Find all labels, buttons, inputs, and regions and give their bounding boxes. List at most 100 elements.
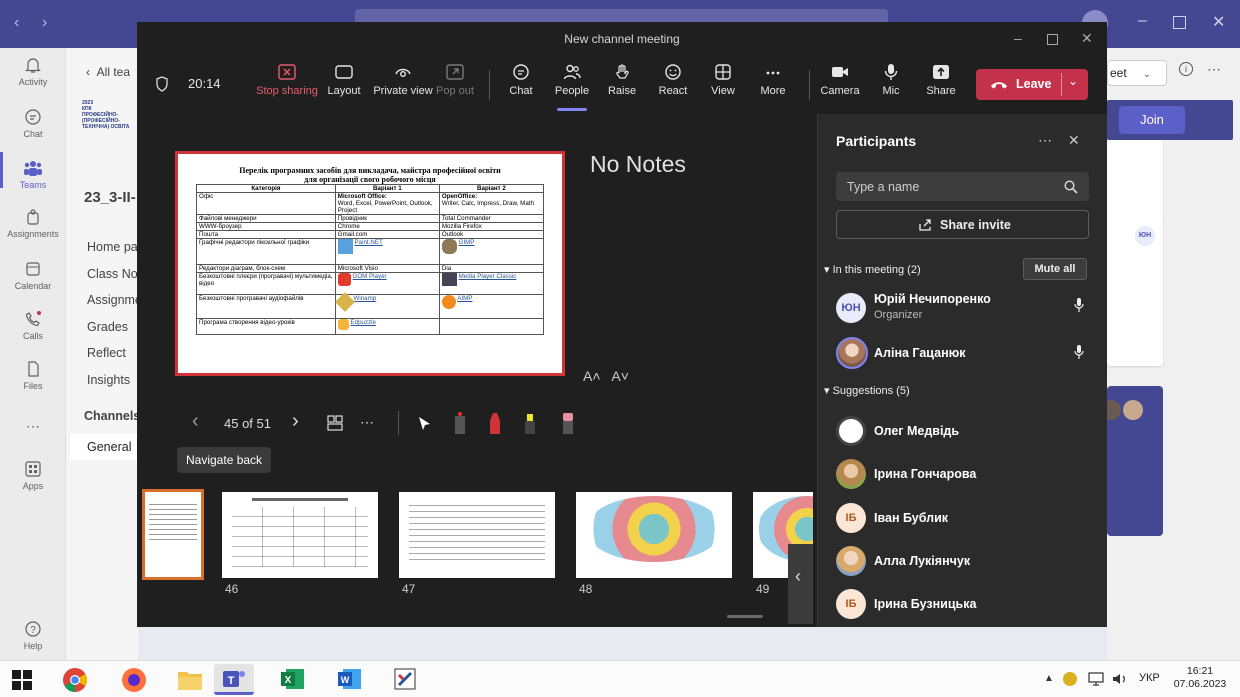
slide-thumbnail-current[interactable] — [142, 489, 204, 580]
input-language[interactable]: УКР — [1139, 672, 1160, 684]
more-apps-icon[interactable]: ⋯ — [0, 418, 66, 435]
previous-slide-icon[interactable]: ‹ — [192, 410, 199, 433]
pointer-icon[interactable] — [417, 416, 431, 432]
clock[interactable]: 16:21 07.06.2023 — [1172, 665, 1228, 691]
nav-class-notebook[interactable]: Class No — [87, 261, 142, 288]
share-invite-button[interactable]: Share invite — [836, 210, 1089, 239]
react-button[interactable]: React — [648, 64, 698, 97]
leave-options-chevron-icon[interactable]: ⌄ — [1068, 74, 1078, 88]
show-hidden-icons-icon[interactable]: ▲ — [1044, 673, 1054, 684]
in-meeting-section-toggle[interactable]: ▾ In this meeting (2) — [824, 263, 921, 276]
more-options-icon[interactable]: ⋯ — [1038, 132, 1052, 149]
suggestion-row[interactable]: Олег Медвідь — [836, 414, 1096, 450]
join-button[interactable]: Join — [1119, 106, 1185, 134]
nav-assignments[interactable]: Assignme — [87, 287, 142, 314]
teams-taskbar-button[interactable]: T — [214, 664, 254, 695]
stop-sharing-button[interactable]: Stop sharing — [255, 64, 319, 97]
maximize-icon[interactable] — [1047, 34, 1058, 45]
firefox-taskbar-button[interactable] — [114, 664, 154, 695]
team-name[interactable]: 23_3-II- — [84, 189, 136, 206]
info-icon[interactable]: i — [1179, 62, 1193, 76]
back-arrow-icon[interactable]: ‹ — [14, 14, 19, 32]
minimize-icon[interactable]: – — [1014, 30, 1022, 46]
suggestion-row[interactable]: ІБ Іван Бублик — [836, 501, 1096, 537]
rail-calendar[interactable]: Calendar — [0, 260, 66, 291]
suggestion-row[interactable]: ІБ Ірина Бузницька — [836, 587, 1096, 623]
thumbnail-scroll-right[interactable]: ‹ — [788, 544, 813, 624]
minimize-icon[interactable]: – — [1138, 12, 1147, 30]
scrollbar[interactable] — [727, 615, 763, 618]
table-row: Програма створення відео-уроків Edpuzzle — [196, 318, 545, 335]
meet-now-button[interactable]: eet ⌄ — [1107, 60, 1167, 86]
word-taskbar-button[interactable]: W — [330, 664, 370, 695]
eraser-icon[interactable] — [561, 411, 575, 435]
more-dots-icon[interactable]: ⋯ — [360, 414, 374, 431]
rail-assignments[interactable]: Assignments — [0, 208, 66, 239]
maximize-icon[interactable] — [1173, 16, 1186, 29]
pop-out-button[interactable]: Pop out — [430, 64, 480, 97]
mic-button[interactable]: Mic — [866, 64, 916, 97]
view-button[interactable]: View — [698, 64, 748, 97]
raise-hand-button[interactable]: Raise — [597, 64, 647, 97]
svg-text:?: ? — [30, 625, 36, 636]
rail-chat[interactable]: Chat — [0, 108, 66, 139]
font-decrease-button[interactable]: A˅ — [611, 368, 629, 384]
nav-reflect[interactable]: Reflect — [87, 340, 142, 367]
leave-button[interactable]: Leave ⌄ — [976, 69, 1088, 100]
paint-taskbar-button[interactable] — [386, 664, 426, 695]
highlighter-icon[interactable] — [523, 411, 537, 435]
rail-apps[interactable]: Apps — [0, 460, 66, 491]
page-counter: 45 of 51 — [224, 416, 271, 431]
avatar: ІБ — [836, 503, 866, 533]
file-explorer-taskbar-button[interactable] — [170, 664, 210, 695]
close-icon[interactable]: ✕ — [1081, 30, 1093, 47]
layout-button[interactable]: Layout — [319, 64, 369, 97]
shield-icon[interactable] — [155, 76, 169, 92]
slide-thumbnail[interactable] — [399, 492, 555, 578]
rail-teams[interactable]: Teams — [0, 159, 66, 190]
participant-row[interactable]: Аліна Гацанюк — [836, 336, 1096, 372]
excel-taskbar-button[interactable]: X — [273, 664, 313, 695]
camera-button[interactable]: Camera — [815, 64, 865, 97]
next-slide-icon[interactable]: › — [292, 410, 299, 433]
close-panel-icon[interactable]: ✕ — [1068, 132, 1080, 149]
more-button[interactable]: More — [748, 64, 798, 97]
grid-view-icon[interactable] — [327, 415, 343, 431]
norton-tray-icon[interactable] — [1063, 672, 1077, 686]
mute-all-button[interactable]: Mute all — [1023, 258, 1087, 280]
channel-general[interactable]: General — [70, 434, 138, 460]
slide-thumbnail[interactable] — [222, 492, 378, 578]
volume-icon[interactable] — [1112, 672, 1128, 686]
nav-insights[interactable]: Insights — [87, 367, 142, 394]
close-icon[interactable]: ✕ — [1212, 12, 1225, 32]
people-button[interactable]: People — [547, 64, 597, 97]
nav-grades[interactable]: Grades — [87, 314, 142, 341]
meeting-timer: 20:14 — [188, 76, 221, 91]
red-pen-icon[interactable] — [488, 411, 502, 435]
rail-activity[interactable]: Activity — [0, 56, 66, 87]
font-increase-button[interactable]: A˄ — [583, 368, 601, 384]
rail-calls[interactable]: Calls — [0, 310, 66, 341]
windows-start-icon[interactable] — [12, 670, 32, 690]
more-options-icon[interactable]: ⋯ — [1207, 61, 1221, 78]
laser-pointer-icon[interactable] — [453, 411, 467, 435]
chrome-taskbar-button[interactable] — [55, 664, 95, 695]
chat-button[interactable]: Chat — [496, 64, 546, 97]
rail-help[interactable]: ? Help — [0, 620, 66, 651]
meeting-toolbar: 20:14 Stop sharing Layout Private view P… — [137, 56, 1107, 114]
share-button[interactable]: Share — [916, 64, 966, 97]
suggestion-row[interactable]: Алла Лукіянчук — [836, 544, 1096, 580]
participant-row[interactable]: ЮН Юрій Нечипоренко Organizer — [836, 290, 1096, 326]
nav-home[interactable]: Home pa — [87, 234, 142, 261]
suggestions-section-toggle[interactable]: ▾ Suggestions (5) — [824, 384, 910, 397]
suggestion-row[interactable]: Ірина Гончарова — [836, 457, 1096, 493]
chevron-right-icon: ‹ — [795, 566, 801, 586]
forward-arrow-icon[interactable]: › — [42, 14, 47, 32]
network-icon[interactable] — [1088, 672, 1104, 686]
private-view-button[interactable]: Private view — [371, 64, 435, 97]
back-to-teams[interactable]: ‹ All tea — [86, 65, 130, 79]
participant-search-input[interactable]: Type a name — [836, 172, 1089, 201]
rail-files[interactable]: Files — [0, 360, 66, 391]
slide-thumbnail[interactable] — [576, 492, 732, 578]
camera-icon — [832, 67, 848, 77]
